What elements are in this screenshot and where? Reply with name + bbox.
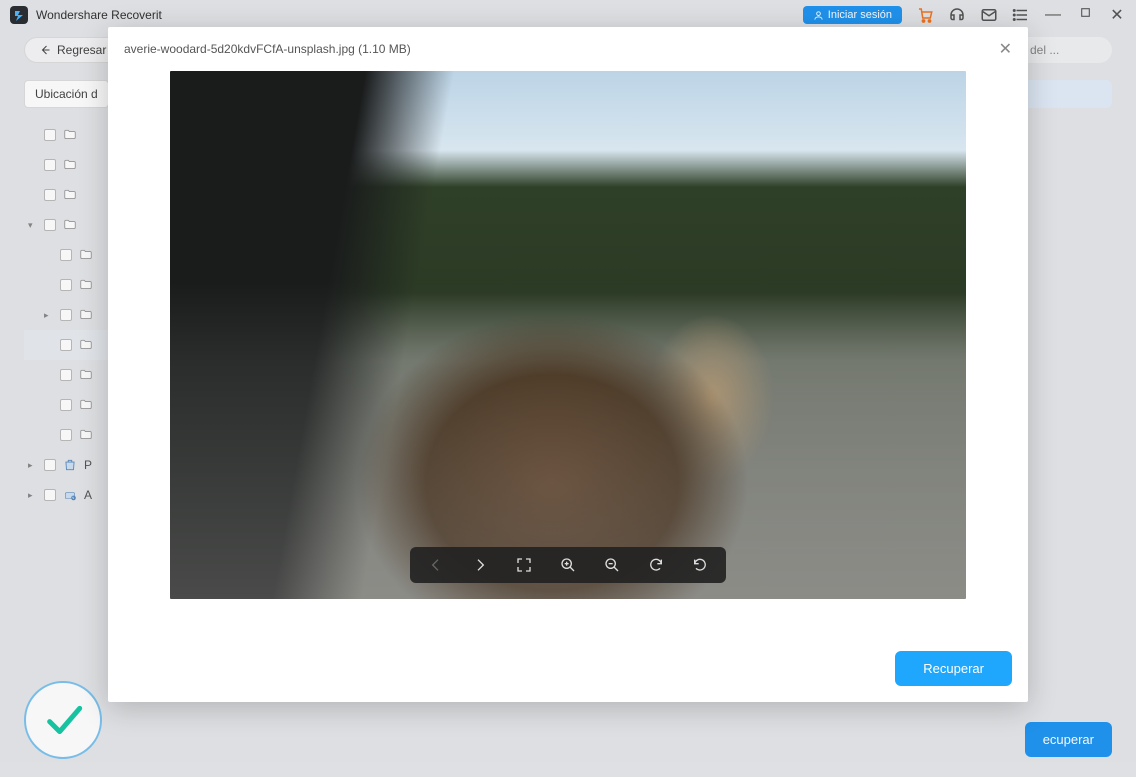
modal-overlay: averie-woodard-5d20kdvFCfA-unsplash.jpg … — [0, 0, 1136, 777]
close-icon[interactable]: ✕ — [999, 39, 1012, 59]
zoom-out-icon[interactable] — [602, 555, 622, 575]
next-icon[interactable] — [470, 555, 490, 575]
fullscreen-icon[interactable] — [514, 555, 534, 575]
preview-toolbar — [410, 547, 726, 583]
preview-modal: averie-woodard-5d20kdvFCfA-unsplash.jpg … — [108, 27, 1028, 702]
modal-filename: averie-woodard-5d20kdvFCfA-unsplash.jpg … — [124, 42, 411, 56]
rotate-right-icon[interactable] — [646, 555, 666, 575]
zoom-in-icon[interactable] — [558, 555, 578, 575]
preview-image — [170, 71, 966, 599]
recover-button[interactable]: Recuperar — [895, 651, 1012, 686]
modal-header: averie-woodard-5d20kdvFCfA-unsplash.jpg … — [124, 39, 1012, 59]
modal-footer: Recuperar — [124, 651, 1012, 686]
rotate-left-icon[interactable] — [690, 555, 710, 575]
preview-wrap — [124, 71, 1012, 599]
prev-icon[interactable] — [426, 555, 446, 575]
